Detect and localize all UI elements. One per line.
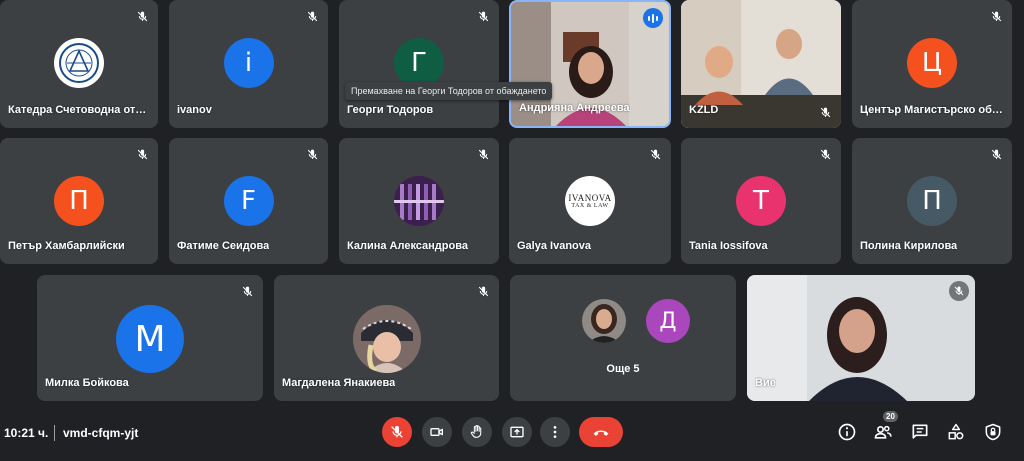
profile-photo	[352, 305, 421, 373]
info-icon	[838, 423, 856, 441]
participant-name: Galya Ivanova	[517, 240, 591, 252]
participant-name: Tania Iossifova	[689, 240, 768, 252]
activities-button[interactable]	[943, 419, 969, 445]
more-options-button[interactable]	[540, 417, 570, 447]
mic-off-icon	[237, 281, 257, 301]
avatar: M	[116, 305, 184, 373]
meeting-controls-bar: 10:21 ч. vmd-cfqm-yjt 20	[0, 405, 1024, 461]
mic-off-icon	[473, 6, 493, 26]
mic-off-icon	[815, 144, 835, 164]
self-view-tile[interactable]: Вие	[747, 275, 975, 401]
avatar: Г	[394, 38, 444, 88]
avatar: Д	[646, 299, 690, 343]
mic-off-icon	[986, 144, 1006, 164]
video-feed	[747, 275, 975, 401]
audio-level-icon	[643, 8, 663, 28]
participant-tile[interactable]: П Петър Хамбарлийски	[0, 138, 158, 264]
participant-name: ivanov	[177, 104, 212, 116]
meeting-details-button[interactable]	[834, 419, 860, 445]
people-button[interactable]	[870, 419, 896, 445]
participant-name: Катедра Счетоводна отч…	[8, 104, 150, 116]
participant-name: Вие	[755, 377, 776, 389]
participant-name: Георги Тодоров	[347, 104, 434, 116]
present-screen-button[interactable]	[502, 417, 532, 447]
host-controls-icon	[985, 423, 1001, 441]
avatar: П	[54, 176, 104, 226]
camera-icon	[430, 428, 443, 436]
chat-icon	[912, 424, 928, 439]
avatar: T	[736, 176, 786, 226]
profile-photo	[394, 176, 444, 226]
logo-line: IVANOVA	[568, 193, 612, 203]
avatar: П	[907, 176, 957, 226]
participant-name: KZLD	[689, 104, 719, 116]
participant-name: Магдалена Янакиева	[282, 377, 396, 389]
participant-name: Петър Хамбарлийски	[8, 240, 125, 252]
participant-count-badge: 20	[883, 411, 898, 422]
avatar	[582, 299, 626, 343]
raise-hand-icon	[470, 425, 482, 438]
participant-tile[interactable]: Ц Център Магистърско обу…	[852, 0, 1012, 128]
call-end-icon	[593, 430, 609, 436]
profile-photo	[582, 299, 626, 343]
activities-icon	[948, 423, 964, 440]
department-logo-icon	[59, 43, 99, 83]
people-icon	[874, 425, 892, 439]
participant-name: Полина Кирилова	[860, 240, 958, 252]
microphone-button[interactable]	[382, 417, 412, 447]
divider	[54, 425, 55, 441]
camera-button[interactable]	[422, 417, 452, 447]
chat-button[interactable]	[907, 419, 933, 445]
mic-off-icon	[132, 6, 152, 26]
participant-tile[interactable]: M Милка Бойкова	[37, 275, 263, 401]
participant-tile[interactable]: Катедра Счетоводна отч…	[0, 0, 158, 128]
participant-tile[interactable]: KZLD	[681, 0, 841, 128]
participant-name: Фатиме Сеидова	[177, 240, 270, 252]
participant-tile[interactable]: Калина Александрова	[339, 138, 499, 264]
participant-tile[interactable]: Г Георги Тодоров	[339, 0, 499, 128]
mic-off-icon	[949, 281, 969, 301]
mic-off-icon	[302, 6, 322, 26]
raise-hand-button[interactable]	[462, 417, 492, 447]
meeting-code: vmd-cfqm-yjt	[63, 426, 139, 440]
tooltip: Премахване на Георги Тодоров от обаждане…	[345, 82, 553, 100]
avatar: IVANOVA TAX & LAW	[565, 176, 615, 226]
mic-off-icon	[645, 144, 665, 164]
overflow-tile[interactable]: Д Още 5	[510, 275, 736, 401]
mic-off-icon	[815, 102, 835, 122]
more-participants-label: Още 5	[606, 363, 640, 375]
participant-tile[interactable]: Магдалена Янакиева	[274, 275, 499, 401]
avatar	[54, 38, 104, 88]
mic-off-icon	[473, 281, 493, 301]
host-controls-button[interactable]	[980, 419, 1006, 445]
avatar: F	[223, 176, 274, 226]
participant-name: Андрияна Андреева	[519, 102, 630, 114]
participant-tile[interactable]: T Tania Iossifova	[681, 138, 841, 264]
participant-tile[interactable]: i ivanov	[169, 0, 328, 128]
mic-off-icon	[473, 144, 493, 164]
mic-off-icon	[302, 144, 322, 164]
mic-off-icon	[986, 6, 1006, 26]
leave-call-button[interactable]	[579, 417, 623, 447]
clock: 10:21 ч.	[4, 426, 49, 440]
participant-tile[interactable]: F Фатиме Сеидова	[169, 138, 328, 264]
mic-off-icon	[132, 144, 152, 164]
participant-name: Милка Бойкова	[45, 377, 129, 389]
avatar: Ц	[907, 38, 957, 88]
present-screen-icon	[510, 426, 524, 438]
mic-off-icon	[389, 424, 405, 440]
avatar: i	[223, 38, 274, 88]
avatar	[352, 305, 421, 373]
participant-name: Калина Александрова	[347, 240, 468, 252]
participant-name: Център Магистърско обу…	[860, 104, 1004, 116]
participant-tile[interactable]: IVANOVA TAX & LAW Galya Ivanova	[509, 138, 671, 264]
participant-tile-speaking[interactable]: Андрияна Андреева	[509, 0, 671, 128]
avatar	[394, 176, 444, 226]
more-vert-icon	[553, 426, 557, 438]
logo-line: TAX & LAW	[571, 203, 609, 209]
participant-tile[interactable]: П Полина Кирилова	[852, 138, 1012, 264]
